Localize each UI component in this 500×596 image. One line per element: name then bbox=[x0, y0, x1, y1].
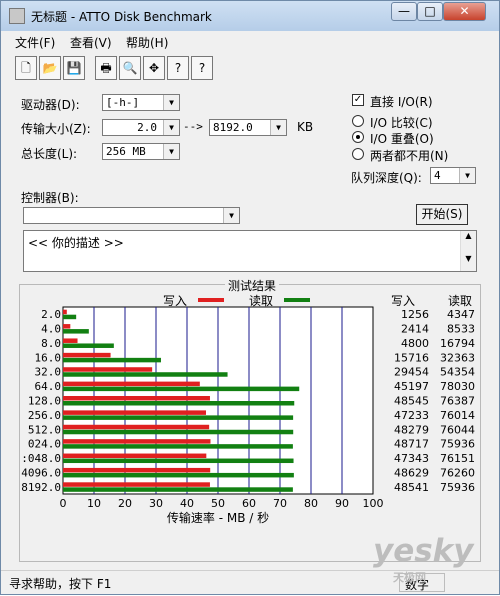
y-tick-label: 32.0 bbox=[35, 366, 62, 379]
y-tick-label: 256.0 bbox=[28, 409, 61, 422]
y-tick-label: 024.0 bbox=[28, 438, 61, 451]
write-value: 2414 bbox=[401, 323, 429, 336]
x-tick-label: 80 bbox=[304, 497, 318, 510]
read-value: 75936 bbox=[440, 438, 475, 451]
write-value: 4800 bbox=[401, 337, 429, 350]
results-chart: 0 10 20 30 40 50 60 70 80 90 100 传输速率 - MB / 秒 2.0 12… bbox=[21, 306, 475, 525]
read-bar bbox=[63, 343, 114, 348]
write-bar bbox=[63, 410, 206, 415]
read-value: 76260 bbox=[440, 466, 475, 479]
y-tick-label: 8.0 bbox=[41, 337, 61, 350]
read-bar bbox=[63, 401, 295, 406]
read-bar bbox=[63, 472, 294, 478]
y-tick-label: 64.0 bbox=[35, 380, 62, 393]
x-tick-label: 0 bbox=[60, 497, 67, 510]
x-tick-label: 70 bbox=[273, 497, 287, 510]
read-bar bbox=[63, 329, 89, 334]
read-value: 8533 bbox=[447, 323, 475, 336]
read-bar bbox=[63, 444, 293, 449]
y-tick-label: 128.0 bbox=[28, 395, 61, 408]
read-bar bbox=[63, 357, 161, 363]
read-bar bbox=[63, 386, 300, 392]
write-value: 48541 bbox=[394, 481, 429, 494]
write-value: 48279 bbox=[394, 423, 429, 436]
read-value: 16794 bbox=[440, 337, 475, 350]
read-bar bbox=[63, 372, 228, 377]
write-bar bbox=[63, 453, 207, 459]
y-tick-label: 2.0 bbox=[41, 308, 61, 321]
read-value: 4347 bbox=[447, 308, 475, 321]
write-bar bbox=[63, 381, 200, 387]
read-value: 32363 bbox=[440, 351, 475, 364]
read-value: 76387 bbox=[440, 395, 475, 408]
read-bar bbox=[63, 487, 293, 492]
app-window: 无标题 - ATTO Disk Benchmark — □ ✕ 文件(F) 查看… bbox=[0, 0, 500, 595]
read-value: 78030 bbox=[440, 380, 475, 393]
read-value: 76044 bbox=[440, 423, 475, 436]
read-bar bbox=[63, 429, 294, 435]
x-tick-label: 30 bbox=[149, 497, 163, 510]
write-value: 48629 bbox=[394, 466, 429, 479]
read-value: 76151 bbox=[440, 452, 475, 465]
x-axis-title: 传输速率 - MB / 秒 bbox=[167, 510, 269, 525]
write-value: 29454 bbox=[394, 366, 429, 379]
x-tick-label: 20 bbox=[118, 497, 132, 510]
y-tick-label: 8192.0 bbox=[21, 481, 61, 494]
read-bar bbox=[63, 415, 294, 420]
write-bar bbox=[63, 439, 211, 444]
y-tick-label: 512.0 bbox=[28, 423, 61, 436]
write-bar bbox=[63, 367, 153, 372]
write-value: 45197 bbox=[394, 380, 429, 393]
watermark-logo: yesky bbox=[373, 533, 474, 569]
write-value: 47343 bbox=[394, 452, 429, 465]
write-bar bbox=[63, 482, 210, 487]
watermark-sublogo: 天极网 bbox=[393, 571, 426, 584]
y-tick-label: 4.0 bbox=[41, 323, 61, 336]
write-value: 1256 bbox=[401, 308, 429, 321]
y-tick-label: 16.0 bbox=[35, 351, 62, 364]
write-value: 48545 bbox=[394, 395, 429, 408]
read-bar bbox=[63, 458, 294, 464]
write-value: 15716 bbox=[394, 351, 429, 364]
write-bar bbox=[63, 467, 211, 473]
read-value: 75936 bbox=[440, 481, 475, 494]
write-bar bbox=[63, 309, 67, 315]
y-tick-label: :048.0 bbox=[21, 452, 61, 465]
read-value: 76014 bbox=[440, 409, 475, 422]
x-tick-label: 90 bbox=[335, 497, 349, 510]
x-tick-label: 100 bbox=[363, 497, 384, 510]
write-bar bbox=[63, 324, 71, 329]
write-value: 48717 bbox=[394, 438, 429, 451]
x-tick-label: 50 bbox=[211, 497, 225, 510]
write-bar bbox=[63, 352, 111, 358]
write-bar bbox=[63, 396, 210, 401]
write-value: 47233 bbox=[394, 409, 429, 422]
x-tick-label: 60 bbox=[242, 497, 256, 510]
read-value: 54354 bbox=[440, 366, 475, 379]
status-text: 寻求帮助，按下 F1 bbox=[9, 577, 112, 591]
write-bar bbox=[63, 424, 210, 430]
write-bar bbox=[63, 338, 78, 343]
read-bar bbox=[63, 314, 77, 320]
x-tick-label: 10 bbox=[87, 497, 101, 510]
y-tick-label: 4096.0 bbox=[21, 466, 61, 479]
x-tick-label: 40 bbox=[180, 497, 194, 510]
